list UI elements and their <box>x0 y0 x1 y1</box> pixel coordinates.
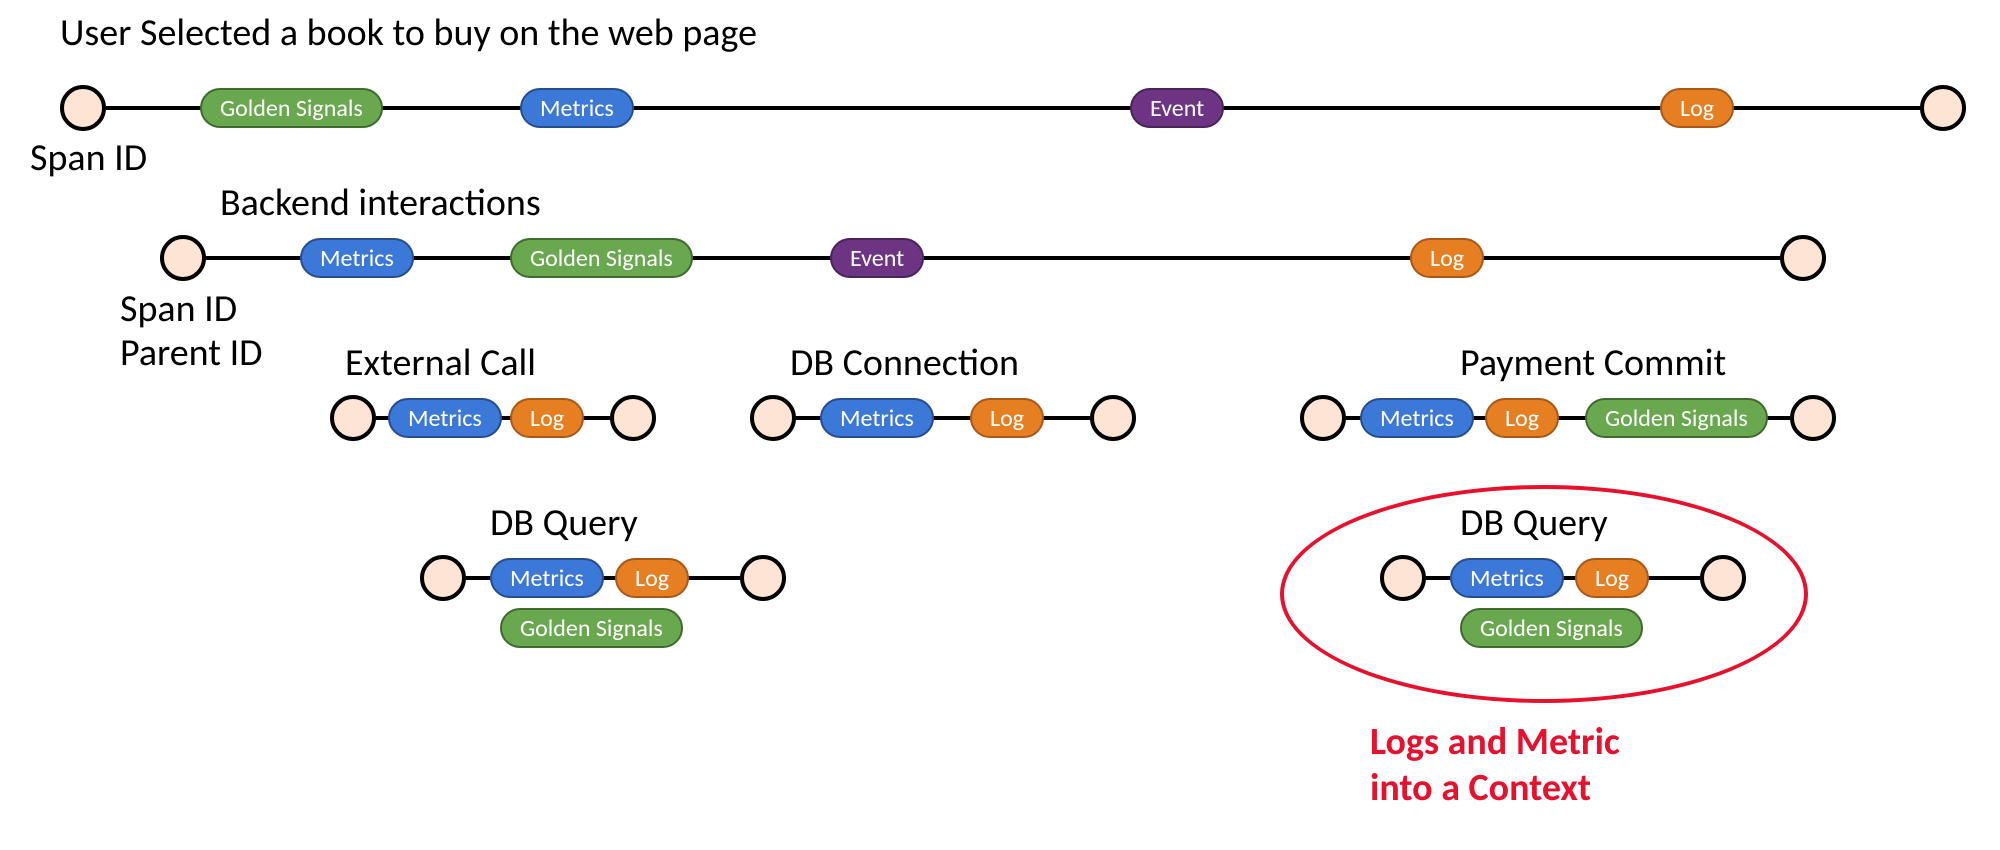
pill-log: Log <box>1660 88 1734 128</box>
span-title-db-query-2: DB Query <box>1460 500 1608 546</box>
callout-line-1: Logs and Metric <box>1370 719 1620 765</box>
span-title-db-connection: DB Connection <box>790 340 1019 386</box>
pill-metrics: Metrics <box>490 558 604 598</box>
pill-event: Event <box>1130 88 1224 128</box>
span-end-icon <box>1090 395 1136 441</box>
label-span-id: Span ID <box>120 286 237 332</box>
span-start-icon <box>60 85 106 131</box>
span-title-external-call: External Call <box>345 340 536 386</box>
pill-golden-signals: Golden Signals <box>200 88 383 128</box>
span-end-icon <box>1700 555 1746 601</box>
label-span-id: Span ID <box>30 135 147 181</box>
span-end-icon <box>1780 235 1826 281</box>
span-end-icon <box>1920 85 1966 131</box>
pill-log: Log <box>970 398 1044 438</box>
pill-log: Log <box>1575 558 1649 598</box>
pill-log: Log <box>1410 238 1484 278</box>
pill-metrics: Metrics <box>1360 398 1474 438</box>
label-parent-id: Parent ID <box>120 330 263 376</box>
span-start-icon <box>160 235 206 281</box>
span-start-icon <box>750 395 796 441</box>
pill-event: Event <box>830 238 924 278</box>
span-title-backend: Backend interactions <box>220 180 541 226</box>
span-start-icon <box>1300 395 1346 441</box>
span-start-icon <box>420 555 466 601</box>
span-start-icon <box>1380 555 1426 601</box>
pill-log: Log <box>1485 398 1559 438</box>
span-title-root: User Selected a book to buy on the web p… <box>60 10 757 56</box>
span-start-icon <box>330 395 376 441</box>
span-line-backend <box>206 256 1780 260</box>
pill-log: Log <box>615 558 689 598</box>
pill-golden-signals: Golden Signals <box>500 608 683 648</box>
span-end-icon <box>610 395 656 441</box>
pill-golden-signals: Golden Signals <box>1585 398 1768 438</box>
span-end-icon <box>1790 395 1836 441</box>
span-end-icon <box>740 555 786 601</box>
pill-metrics: Metrics <box>820 398 934 438</box>
pill-golden-signals: Golden Signals <box>510 238 693 278</box>
pill-metrics: Metrics <box>520 88 634 128</box>
pill-metrics: Metrics <box>388 398 502 438</box>
span-title-db-query-1: DB Query <box>490 500 638 546</box>
callout-line-2: into a Context <box>1370 765 1591 811</box>
pill-metrics: Metrics <box>1450 558 1564 598</box>
pill-log: Log <box>510 398 584 438</box>
pill-metrics: Metrics <box>300 238 414 278</box>
callout-text: Logs and Metric into a Context <box>1370 720 1620 811</box>
pill-golden-signals: Golden Signals <box>1460 608 1643 648</box>
span-diagram: User Selected a book to buy on the web p… <box>0 0 2000 850</box>
span-title-payment-commit: Payment Commit <box>1460 340 1726 386</box>
